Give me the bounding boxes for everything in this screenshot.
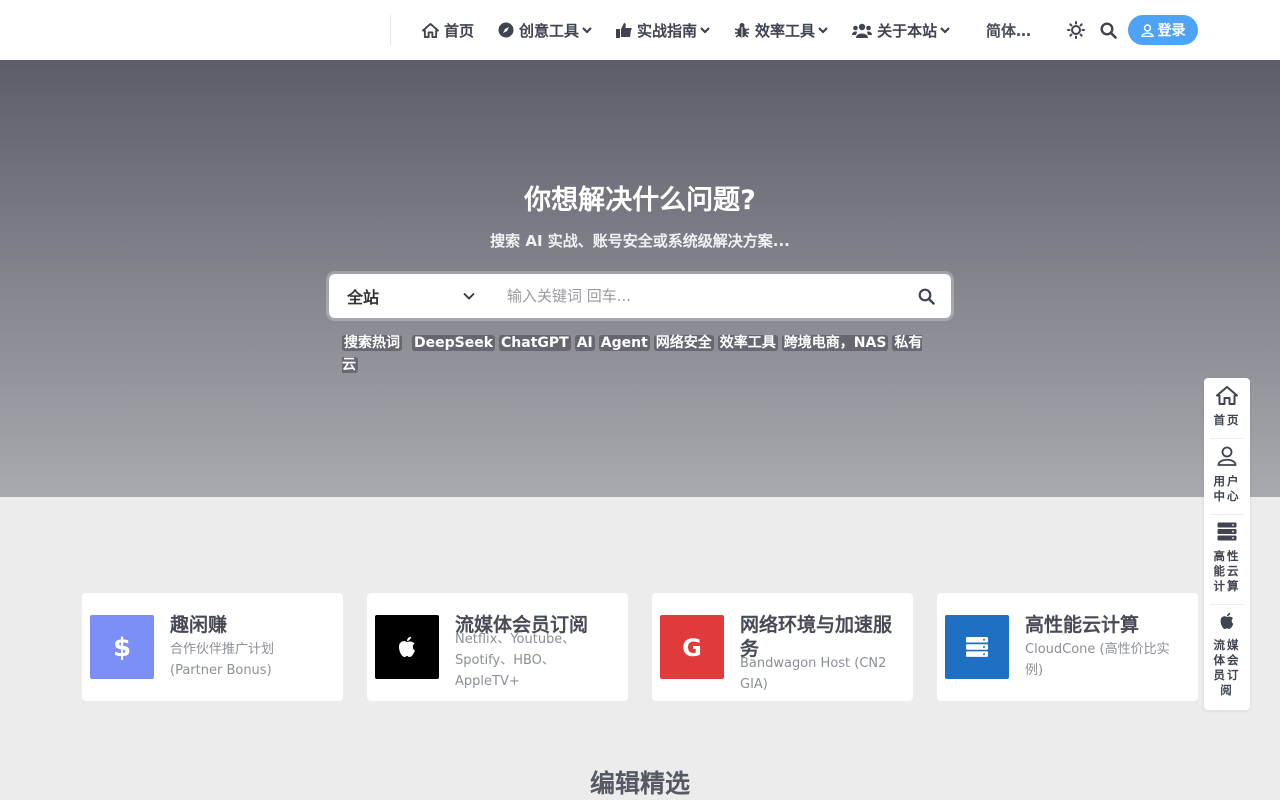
- nav-item-label: 效率工具: [755, 21, 816, 40]
- promo-card[interactable]: G 网络环境与加速服务 Bandwagon Host (CN2 GIA): [652, 593, 913, 701]
- google-icon: G: [682, 634, 702, 660]
- thumbs-up-icon: [616, 23, 632, 38]
- hot-word-tag[interactable]: ChatGPT: [499, 335, 571, 351]
- bug-icon: [734, 23, 750, 38]
- chevron-down-icon: [940, 27, 950, 34]
- hot-word-tag[interactable]: AI: [574, 335, 595, 351]
- compass-icon: [498, 22, 514, 38]
- chevron-down-icon: [582, 27, 592, 34]
- users-icon: [852, 23, 873, 38]
- chevron-down-icon: [700, 27, 710, 34]
- divider: [1210, 438, 1244, 439]
- card-description: Netflix、Youtube、Spotify、HBO、AppleTV+: [455, 632, 576, 689]
- floatbar-item-streaming[interactable]: 流媒体会员订阅: [1204, 612, 1250, 698]
- card-description: Bandwagon Host (CN2 GIA): [740, 656, 887, 692]
- divider: [1210, 604, 1244, 605]
- floatbar-label: 流媒体会员订阅: [1213, 638, 1241, 697]
- top-header: 首页 创意工具 实战指南 效率工具 关于本站 简体… 登录: [0, 0, 1280, 60]
- card-description: CloudCone (高性价比实例): [1025, 642, 1170, 678]
- floatbar-item-user-center[interactable]: 用户中心: [1204, 446, 1250, 504]
- card-title: 趣闲赚: [170, 614, 228, 636]
- header-divider: [390, 15, 391, 45]
- card-icon-box: [945, 615, 1009, 679]
- home-icon: [422, 22, 439, 38]
- login-label: 登录: [1157, 23, 1186, 39]
- nav-item-label: 关于本站: [877, 21, 938, 40]
- divider: [1210, 514, 1244, 515]
- floating-sidebar: 首页 用户中心 高性能云计算 流媒体会员订阅: [1204, 378, 1250, 710]
- svg-text:G: G: [682, 634, 702, 660]
- hot-words: 搜索热词 DeepSeek ChatGPT AI Agent 网络安全 效率工具 跨境电商，N…: [342, 332, 942, 376]
- card-description: 合作伙伴推广计划 (Partner Bonus): [170, 642, 275, 678]
- floatbar-label: 用户中心: [1213, 474, 1241, 503]
- hot-word-tag[interactable]: 网络安全: [653, 335, 714, 351]
- server-icon: [966, 637, 988, 657]
- promo-card[interactable]: 流媒体会员订阅 Netflix、Youtube、Spotify、HBO、Appl…: [367, 593, 628, 701]
- search-icon: [1099, 21, 1117, 39]
- hot-word-tag[interactable]: Agent: [598, 335, 650, 351]
- nav-item-about[interactable]: 关于本站: [852, 20, 950, 41]
- floatbar-item-home[interactable]: 首页: [1204, 386, 1250, 428]
- nav-item-label: 创意工具: [519, 21, 580, 40]
- nav-item-label: 实战指南: [637, 21, 698, 40]
- card-title: 高性能云计算: [1025, 614, 1140, 636]
- nav-item-creative-tools[interactable]: 创意工具: [498, 20, 592, 41]
- search-box: 全站: [329, 274, 951, 318]
- card-icon-box: G: [660, 615, 724, 679]
- search-submit-button[interactable]: [901, 274, 951, 318]
- dollar-icon: $: [113, 633, 131, 662]
- user-icon: [1140, 23, 1154, 37]
- home-icon: [1216, 386, 1238, 405]
- hot-word-tag[interactable]: 跨境电商，NAS: [781, 335, 889, 351]
- apple-icon: [1220, 612, 1234, 629]
- header-search-button[interactable]: [1098, 20, 1118, 40]
- floatbar-label: 首页: [1213, 413, 1241, 427]
- login-button[interactable]: 登录: [1128, 15, 1198, 45]
- nav-item-home[interactable]: 首页: [422, 20, 474, 41]
- sun-icon: [1067, 21, 1085, 39]
- chevron-down-icon: [463, 292, 475, 300]
- user-icon: [1217, 446, 1237, 466]
- floatbar-label: 高性能云计算: [1213, 549, 1241, 593]
- search-scope-value: 全站: [347, 288, 380, 307]
- apple-icon: [399, 636, 415, 657]
- main-nav: 首页 创意工具 实战指南 效率工具 关于本站: [422, 0, 974, 60]
- hero-banner: 你想解决什么问题? 搜索 AI 实战、账号安全或系统级解决方案... 全站 搜索…: [0, 60, 1280, 497]
- nav-item-label: 首页: [444, 21, 475, 40]
- language-switcher[interactable]: 简体…: [986, 0, 1031, 60]
- search-input[interactable]: [491, 274, 901, 318]
- hot-words-label: 搜索热词: [342, 335, 402, 351]
- hero-title: 你想解决什么问题?: [524, 185, 756, 216]
- hero-subtitle: 搜索 AI 实战、账号安全或系统级解决方案...: [490, 232, 790, 250]
- search-scope-select[interactable]: 全站: [329, 274, 491, 318]
- hot-word-tag[interactable]: 效率工具: [717, 335, 778, 351]
- floatbar-item-cloud[interactable]: 高性能云计算: [1204, 522, 1250, 594]
- server-icon: [1217, 522, 1237, 541]
- promo-card[interactable]: $ 趣闲赚 合作伙伴推广计划 (Partner Bonus): [82, 593, 343, 701]
- hot-word-tag[interactable]: DeepSeek: [412, 335, 496, 351]
- card-icon-box: [375, 615, 439, 679]
- search-icon: [918, 288, 935, 305]
- nav-item-guides[interactable]: 实战指南: [616, 20, 710, 41]
- card-icon-box: $: [90, 615, 154, 679]
- theme-toggle-button[interactable]: [1066, 20, 1086, 40]
- nav-item-efficiency-tools[interactable]: 效率工具: [734, 20, 828, 41]
- section-title: 编辑精选: [589, 769, 690, 798]
- promo-card[interactable]: 高性能云计算 CloudCone (高性价比实例): [937, 593, 1198, 701]
- svg-text:$: $: [113, 633, 131, 662]
- chevron-down-icon: [818, 27, 828, 34]
